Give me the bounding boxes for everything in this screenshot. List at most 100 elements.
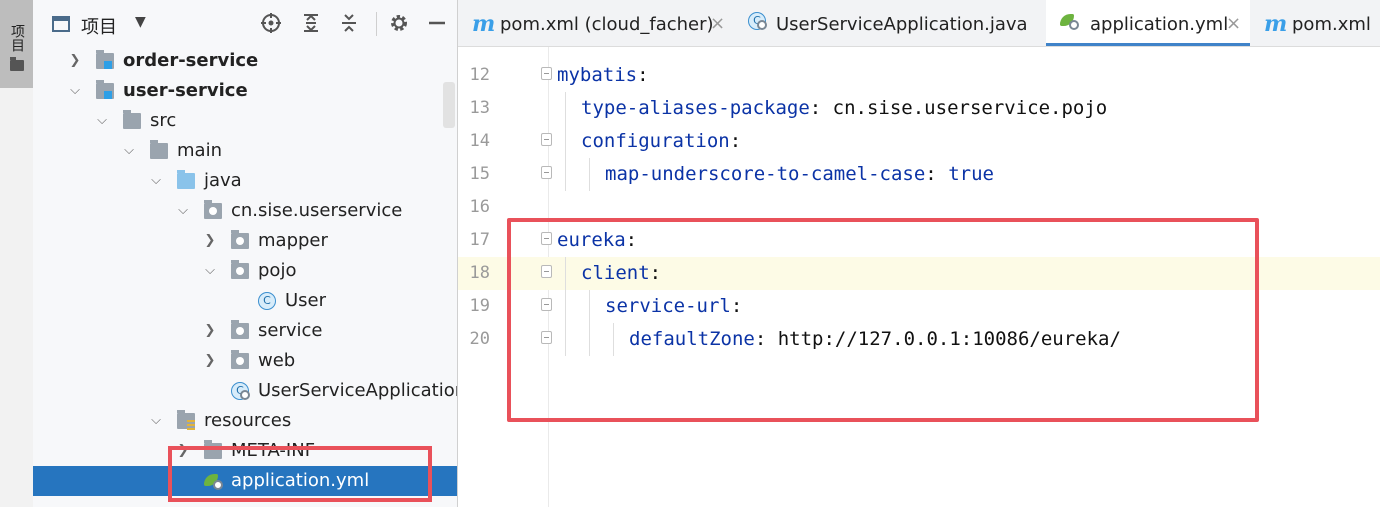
indent-guide (589, 158, 590, 191)
project-panel-header: 项目 ▼ (33, 0, 457, 46)
tree-node[interactable]: ⌵ resources (33, 406, 457, 436)
collapse-all-icon[interactable] (337, 12, 361, 36)
maven-icon: m (472, 11, 496, 37)
line-number: 16 (469, 197, 490, 217)
yaml-key: mybatis (557, 64, 638, 86)
line-number: 18 (469, 263, 490, 283)
tree-node[interactable]: ❯ order-service (33, 46, 457, 76)
tree-node[interactable]: ❯ service (33, 316, 457, 346)
package-icon (231, 350, 249, 369)
chevron-right-icon[interactable]: ❯ (204, 352, 216, 370)
project-panel: 项目 ▼ ❯ order-service ⌵ user-service ⌵ src ⌵ mai… (33, 0, 458, 507)
indent-guide (565, 125, 566, 158)
editor-tab-label: application.yml (1090, 14, 1229, 35)
tree-node[interactable]: ⌵ java (33, 166, 457, 196)
panel-title: 项目 (81, 17, 117, 38)
editor-tab-label: pom.xml (cloud_facher) (500, 14, 714, 35)
code-text: type-aliases-package: cn.sise.userservic… (581, 97, 1107, 119)
tree-scrollbar[interactable] (443, 82, 455, 128)
tree-node-label: order-service (123, 50, 259, 71)
line-number: 20 (469, 329, 490, 349)
tree-node[interactable]: ⌵ user-service (33, 76, 457, 106)
class-icon: C (258, 292, 276, 310)
fold-marker-icon[interactable] (541, 133, 552, 146)
tree-node-label: user-service (123, 80, 248, 101)
yaml-colon: : (809, 97, 822, 119)
folder-icon (150, 140, 168, 159)
module-marker-icon (104, 61, 112, 69)
ide-window: 项目 项目 ▼ ❯ order-service ⌵ user-service ⌵… (0, 0, 1380, 507)
editor-tab[interactable]: m pom.xml (1250, 0, 1380, 46)
close-icon[interactable]: × (710, 13, 725, 34)
gear-icon (1069, 20, 1079, 30)
tree-node-label: web (258, 350, 296, 371)
code-text: mybatis: (557, 64, 649, 86)
line-number: 12 (469, 65, 490, 85)
package-icon (204, 200, 222, 219)
chevron-down-icon[interactable]: ⌵ (69, 82, 81, 100)
code-line[interactable]: 15 map-underscore-to-camel-case: true (458, 158, 1380, 191)
tree-node-label: cn.sise.userservice (231, 200, 403, 221)
chevron-down-icon[interactable]: ⌵ (150, 412, 162, 430)
code-line[interactable]: 12 mybatis: (458, 59, 1380, 92)
module-folder-icon (96, 80, 114, 99)
tree-node[interactable]: C UserServiceApplication (33, 376, 457, 406)
line-number: 15 (469, 164, 490, 184)
code-line[interactable]: 13 type-aliases-package: cn.sise.userserv… (458, 92, 1380, 125)
spring-boot-class-icon: C (748, 12, 768, 30)
editor-tab-bar: m pom.xml (cloud_facher) × C UserServiceAppl… (458, 0, 1380, 47)
yaml-key: type-aliases-package (581, 97, 810, 119)
code-line[interactable]: 14 configuration: (458, 125, 1380, 158)
left-tool-strip: 项目 (0, 0, 34, 507)
chevron-right-icon[interactable]: ❯ (69, 52, 81, 70)
editor-area: m pom.xml (cloud_facher) × C UserServiceAppl… (458, 0, 1380, 507)
tree-node[interactable]: ⌵ pojo (33, 256, 457, 286)
tree-node-label: User (285, 290, 327, 311)
line-number: 14 (469, 131, 490, 151)
tree-node-label: UserServiceApplication (258, 380, 458, 401)
annotation-highlight-box (168, 446, 432, 502)
spring-boot-class-icon: C (231, 382, 251, 400)
editor-tab-label: pom.xml (1292, 14, 1371, 35)
fold-marker-icon[interactable] (541, 67, 552, 80)
module-folder-icon (96, 50, 114, 69)
fold-marker-icon[interactable] (541, 166, 552, 179)
tree-node[interactable]: C User (33, 286, 457, 316)
editor-tab-label: UserServiceApplication.java (776, 14, 1028, 35)
line-number: 13 (469, 98, 490, 118)
source-folder-icon (177, 170, 195, 189)
tree-node[interactable]: ⌵ cn.sise.userservice (33, 196, 457, 226)
chevron-right-icon[interactable]: ❯ (204, 232, 216, 250)
folder-icon (10, 57, 24, 71)
tree-node-label: resources (204, 410, 292, 431)
chevron-down-icon[interactable]: ▼ (135, 14, 146, 30)
project-tool-window-tab[interactable]: 项目 (0, 0, 33, 88)
resources-folder-icon (177, 410, 195, 430)
package-icon (231, 320, 249, 339)
editor-tab[interactable]: m pom.xml (cloud_facher) × (458, 0, 734, 46)
yaml-colon: : (925, 163, 937, 185)
yaml-boolean: true (936, 163, 994, 185)
chevron-down-icon[interactable]: ⌵ (150, 172, 162, 190)
code-text: map-underscore-to-camel-case: true (605, 163, 994, 185)
tree-node-label: main (177, 140, 222, 161)
editor-tab[interactable]: application.yml × (1046, 0, 1250, 46)
minimize-icon[interactable] (425, 12, 449, 36)
package-icon (231, 230, 249, 249)
crosshair-icon[interactable] (259, 12, 283, 36)
chevron-down-icon[interactable]: ⌵ (96, 112, 108, 130)
chevron-right-icon[interactable]: ❯ (204, 322, 216, 340)
gear-icon[interactable] (387, 12, 411, 36)
editor-tab[interactable]: C UserServiceApplication.java (734, 0, 1046, 46)
gear-icon (240, 390, 250, 400)
chevron-down-icon[interactable]: ⌵ (177, 202, 189, 220)
tree-node[interactable]: ❯ web (33, 346, 457, 376)
close-icon[interactable]: × (1226, 13, 1241, 34)
package-icon (231, 260, 249, 279)
tree-node[interactable]: ⌵ main (33, 136, 457, 166)
expand-all-icon[interactable] (299, 12, 323, 36)
chevron-down-icon[interactable]: ⌵ (204, 262, 216, 280)
tree-node[interactable]: ⌵ src (33, 106, 457, 136)
chevron-down-icon[interactable]: ⌵ (123, 142, 135, 160)
tree-node[interactable]: ❯ mapper (33, 226, 457, 256)
